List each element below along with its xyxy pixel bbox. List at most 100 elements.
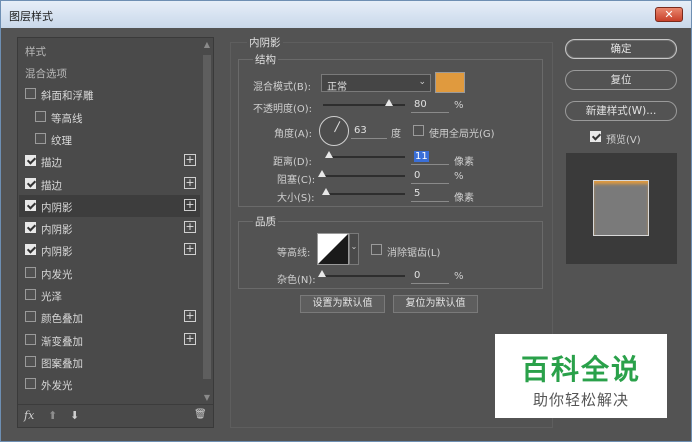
noise-label: 杂色(N):: [277, 275, 316, 286]
add-effect-icon[interactable]: +: [184, 332, 196, 345]
style-item-label: 渐变叠加: [41, 335, 83, 348]
size-label: 大小(S):: [277, 193, 315, 204]
add-effect-icon[interactable]: +: [184, 198, 196, 211]
add-effect-icon[interactable]: +: [184, 154, 196, 167]
move-up-icon[interactable]: ⬆: [48, 409, 57, 422]
quality-title: 品质: [253, 214, 278, 229]
distance-input[interactable]: 11: [411, 151, 449, 165]
size-slider-thumb[interactable]: [321, 188, 330, 195]
watermark-subtitle: 助你轻松解决: [532, 391, 629, 409]
style-item-checkbox[interactable]: [25, 333, 36, 345]
distance-value-selected: 11: [414, 151, 429, 162]
style-item[interactable]: 内阴影 +: [19, 217, 200, 239]
style-item-checkbox[interactable]: [25, 177, 36, 189]
style-item[interactable]: 等高线: [19, 106, 200, 128]
antialias-checkbox[interactable]: [371, 244, 382, 255]
contour-dropdown-chevron-icon[interactable]: ⌄: [349, 233, 359, 265]
add-effect-icon[interactable]: +: [184, 310, 196, 323]
chevron-down-icon: ⌄: [418, 77, 426, 87]
trash-icon[interactable]: 🗑: [194, 409, 207, 420]
watermark: 百科全说 助你轻松解决: [495, 334, 667, 418]
styles-header[interactable]: 样式: [19, 39, 200, 61]
contour-preview[interactable]: [317, 233, 349, 265]
style-item[interactable]: 混合选项: [19, 61, 200, 83]
noise-slider[interactable]: [318, 270, 405, 277]
global-light-label: 使用全局光(G): [429, 129, 495, 140]
style-item[interactable]: 纹理: [19, 128, 200, 150]
style-item[interactable]: 描边 +: [19, 150, 200, 172]
scroll-up-arrow-icon[interactable]: ▲: [201, 39, 213, 51]
style-item[interactable]: 斜面和浮雕: [19, 83, 200, 105]
style-item[interactable]: 渐变叠加 +: [19, 329, 200, 351]
add-effect-icon[interactable]: +: [184, 243, 196, 256]
angle-input[interactable]: 63: [351, 125, 387, 139]
contour-curve-icon: [318, 234, 348, 264]
opacity-slider[interactable]: [323, 99, 405, 106]
blend-mode-value: 正常: [327, 82, 347, 93]
close-button[interactable]: ✕: [655, 7, 683, 22]
style-item[interactable]: 内阴影 +: [19, 239, 200, 261]
size-input[interactable]: 5: [411, 188, 449, 202]
distance-slider-thumb[interactable]: [325, 151, 334, 158]
preview-checkbox[interactable]: [590, 131, 601, 142]
style-item-checkbox[interactable]: [25, 199, 36, 211]
choke-slider[interactable]: [318, 170, 405, 177]
blend-mode-select[interactable]: 正常 ⌄: [321, 74, 431, 93]
style-item-checkbox[interactable]: [25, 289, 36, 300]
reset-default-button[interactable]: 复位为默认值: [393, 295, 478, 313]
style-item-label: 斜面和浮雕: [41, 90, 94, 103]
opacity-slider-thumb[interactable]: [384, 99, 393, 106]
scroll-thumb[interactable]: [203, 55, 211, 379]
angle-unit: 度: [391, 129, 401, 140]
layer-style-dialog: 图层样式 ✕ 样式 混合选项 斜面和浮雕 等高线 纹理 描边 + 描边 + 内阴影 + 内阴影 + 内阴…: [0, 0, 692, 442]
add-effect-icon[interactable]: +: [184, 221, 196, 234]
style-item-checkbox[interactable]: [25, 355, 36, 367]
global-light-checkbox[interactable]: [413, 125, 424, 136]
style-item[interactable]: 内发光: [19, 262, 200, 284]
set-default-button[interactable]: 设置为默认值: [300, 295, 385, 313]
opacity-input[interactable]: 80: [411, 99, 449, 113]
style-item-checkbox[interactable]: [25, 88, 36, 100]
style-item[interactable]: 光泽: [19, 284, 200, 306]
scroll-down-arrow-icon[interactable]: ▼: [201, 392, 213, 404]
style-item[interactable]: 图案叠加: [19, 351, 200, 373]
style-item-label: 等高线: [51, 112, 83, 125]
fx-icon[interactable]: fx: [24, 409, 34, 422]
size-slider[interactable]: [321, 188, 405, 195]
add-effect-icon[interactable]: +: [184, 176, 196, 189]
watermark-title: 百科全说: [520, 353, 641, 386]
style-item-checkbox[interactable]: [25, 244, 36, 256]
style-item[interactable]: 描边 +: [19, 173, 200, 195]
style-item-label: 纹理: [51, 134, 72, 147]
style-item-checkbox[interactable]: [35, 110, 46, 122]
style-item[interactable]: 颜色叠加 +: [19, 306, 200, 328]
structure-title: 结构: [253, 52, 278, 67]
style-item-checkbox[interactable]: [25, 155, 36, 167]
style-item-checkbox[interactable]: [25, 266, 36, 278]
style-item-checkbox[interactable]: [35, 132, 46, 144]
section-title: 内阴影: [247, 35, 283, 50]
style-item-label: 内阴影: [41, 224, 73, 237]
move-down-icon[interactable]: ⬇: [70, 409, 79, 422]
style-item-checkbox[interactable]: [25, 311, 36, 323]
styles-list-panel: 样式 混合选项 斜面和浮雕 等高线 纹理 描边 + 描边 + 内阴影 + 内阴影 + 内阴影 + 内发光 光泽…: [17, 37, 214, 428]
ok-button[interactable]: 确定: [565, 39, 677, 59]
style-item-checkbox[interactable]: [25, 378, 36, 390]
preview-box: [566, 153, 677, 264]
styles-scrollbar[interactable]: ▲ ▼: [201, 39, 213, 404]
distance-slider[interactable]: [325, 151, 405, 158]
style-item[interactable]: 外发光: [19, 373, 200, 395]
style-item-checkbox[interactable]: [25, 222, 36, 234]
noise-input[interactable]: 0: [411, 270, 449, 284]
distance-unit: 像素: [454, 157, 474, 168]
choke-input[interactable]: 0: [411, 170, 449, 184]
new-style-button[interactable]: 新建样式(W)...: [565, 101, 677, 121]
style-item[interactable]: 内阴影 +: [19, 194, 200, 217]
reset-button[interactable]: 复位: [565, 70, 677, 90]
choke-slider-thumb[interactable]: [318, 170, 326, 177]
preview-label: 预览(V): [606, 135, 641, 146]
noise-slider-thumb[interactable]: [318, 270, 326, 277]
angle-dial[interactable]: [319, 116, 349, 146]
preview-thumbnail: [593, 180, 649, 236]
shadow-color-swatch[interactable]: [435, 72, 465, 93]
